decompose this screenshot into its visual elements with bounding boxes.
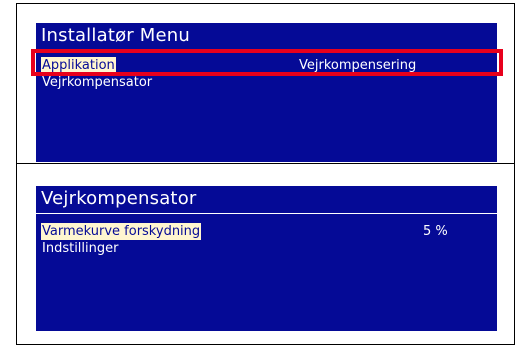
menu-row-vejrkompensator[interactable]: Vejrkompensator [41,74,487,91]
vejrkompensator-screen: Vejrkompensator Varmekurve forskydning 5… [36,186,497,331]
menu-item-label: Varmekurve forskydning [41,223,202,240]
menu-item-label: Vejrkompensator [42,75,153,90]
menu-item-label: Indstillinger [42,241,119,256]
title-underline [36,213,497,214]
screen-title: Installatør Menu [41,25,191,46]
screen-title: Vejrkompensator [41,188,197,209]
installer-menu-screen: Installatør Menu Applikation Vejrkompens… [36,23,497,162]
menu-row-indstillinger[interactable]: Indstillinger [41,240,487,257]
menu-row-varmekurve[interactable]: Varmekurve forskydning 5 % [41,223,487,240]
menu-item-value: 5 % [423,224,448,239]
selection-highlight-box [31,49,503,76]
panel-divider [16,163,515,164]
